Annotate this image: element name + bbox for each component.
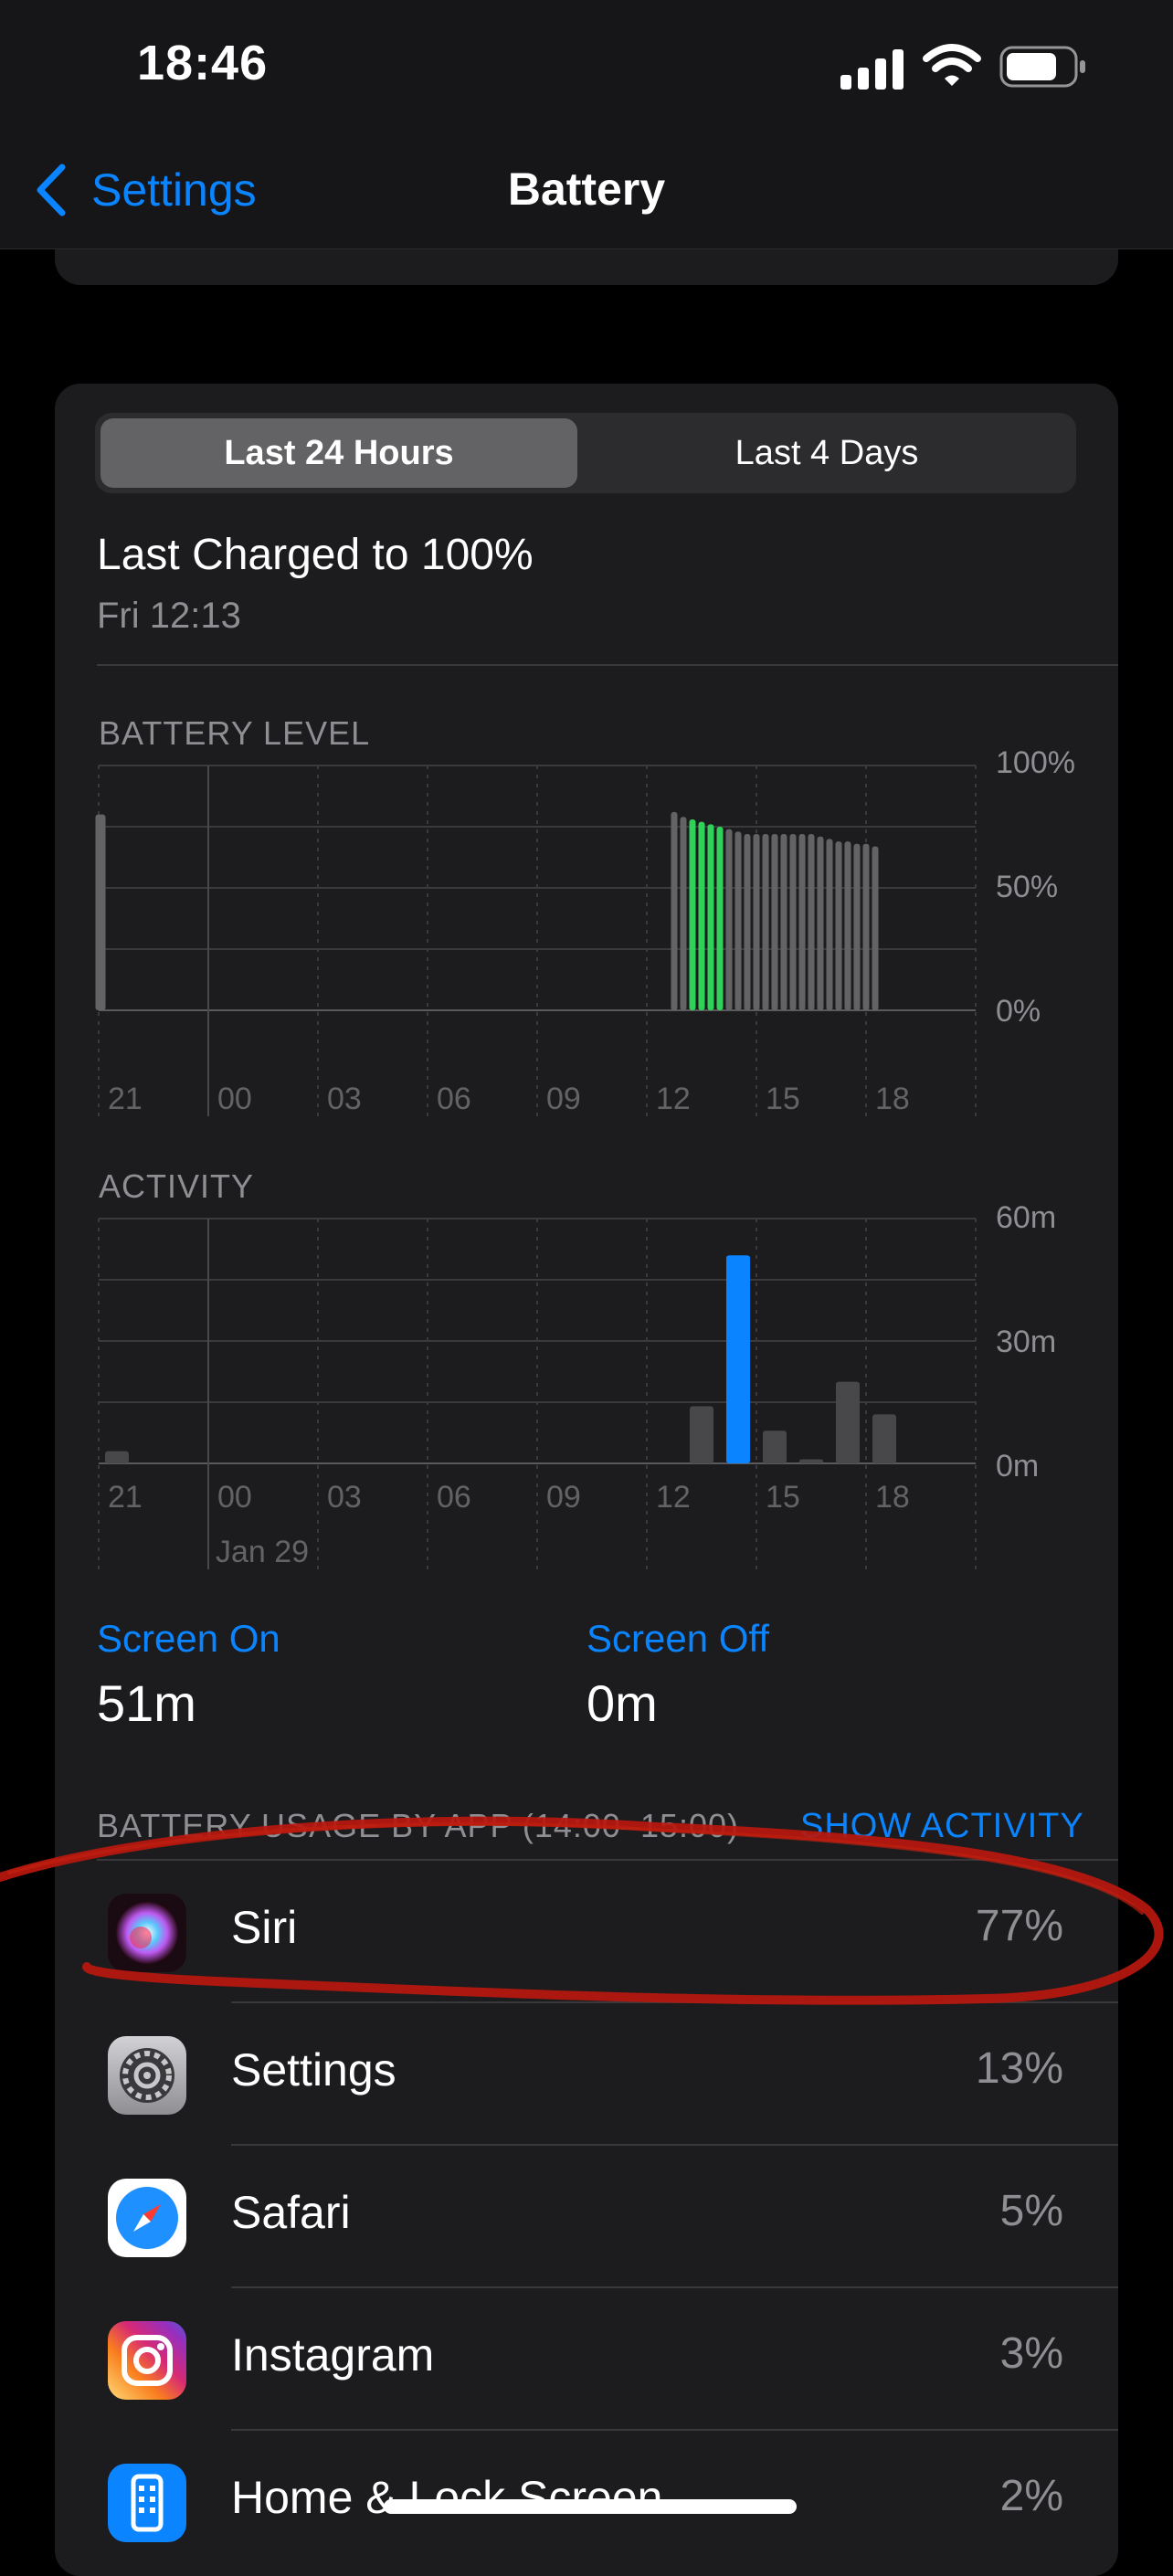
- activity-screen-off-bar: [799, 1459, 823, 1463]
- screen-on-value: 51m: [97, 1674, 196, 1732]
- siri-icon: [108, 1894, 186, 1972]
- status-time: 18:46: [137, 36, 269, 90]
- settings-gear-icon: [108, 2036, 186, 2115]
- page-title: Battery: [507, 164, 666, 215]
- activity-x-tick-label: 09: [546, 1480, 581, 1515]
- home-indicator: [384, 2499, 797, 2514]
- activity-x-tick-label: 12: [656, 1480, 691, 1515]
- activity-date-label: Jan 29: [216, 1535, 310, 1569]
- show-activity-button[interactable]: SHOW ACTIVITY: [800, 1807, 1084, 1846]
- screen-on-label: Screen On: [97, 1617, 280, 1660]
- app-name: Settings: [231, 2044, 396, 2096]
- wifi-icon: [923, 44, 981, 86]
- app-row-settings[interactable]: Settings 13%: [55, 2003, 1118, 2146]
- app-name: Siri: [231, 1902, 298, 1953]
- screen-off-label: Screen Off: [586, 1617, 769, 1660]
- app-name: Safari: [231, 2187, 351, 2238]
- battery-usage-header: BATTERY USAGE BY APP (14:00–15:00): [97, 1807, 740, 1844]
- app-percent: 5%: [999, 2187, 1063, 2235]
- activity-x-tick-label: 21: [108, 1480, 143, 1515]
- app-row-instagram[interactable]: Instagram 3%: [55, 2288, 1118, 2431]
- instagram-icon: [108, 2321, 186, 2400]
- app-name: Instagram: [231, 2329, 435, 2381]
- navigation-bar: 18:46 Settings Battery: [0, 0, 1173, 249]
- safari-compass-icon: [108, 2179, 186, 2257]
- home-lock-screen-icon: [108, 2464, 186, 2542]
- activity-screen-off-bar: [872, 1414, 896, 1463]
- activity-screen-on-bar: [105, 1451, 129, 1463]
- signal-icon: [840, 49, 904, 90]
- activity-screen-off-bar: [836, 1381, 860, 1463]
- activity-x-tick-label: 00: [217, 1480, 252, 1515]
- activity-screen-off-bar: [690, 1406, 713, 1463]
- app-name: Home & Lock Screen: [231, 2472, 663, 2523]
- battery-icon: [999, 46, 1085, 88]
- app-percent: 77%: [975, 1902, 1063, 1950]
- activity-x-tick-label: 03: [327, 1480, 362, 1515]
- app-percent: 3%: [999, 2329, 1063, 2378]
- app-row-siri[interactable]: Siri 77%: [55, 1861, 1118, 2003]
- activity-screen-off-bar: [763, 1431, 787, 1463]
- app-percent: 2%: [999, 2472, 1063, 2520]
- activity-screen-on-bar: [726, 1255, 750, 1463]
- activity-x-tick-label: 15: [766, 1480, 800, 1515]
- screen-off-value: 0m: [586, 1674, 658, 1732]
- activity-x-tick-label: 18: [875, 1480, 910, 1515]
- app-percent: 13%: [975, 2044, 1063, 2093]
- activity-x-tick-label: 06: [437, 1480, 471, 1515]
- app-row-safari[interactable]: Safari 5%: [55, 2146, 1118, 2288]
